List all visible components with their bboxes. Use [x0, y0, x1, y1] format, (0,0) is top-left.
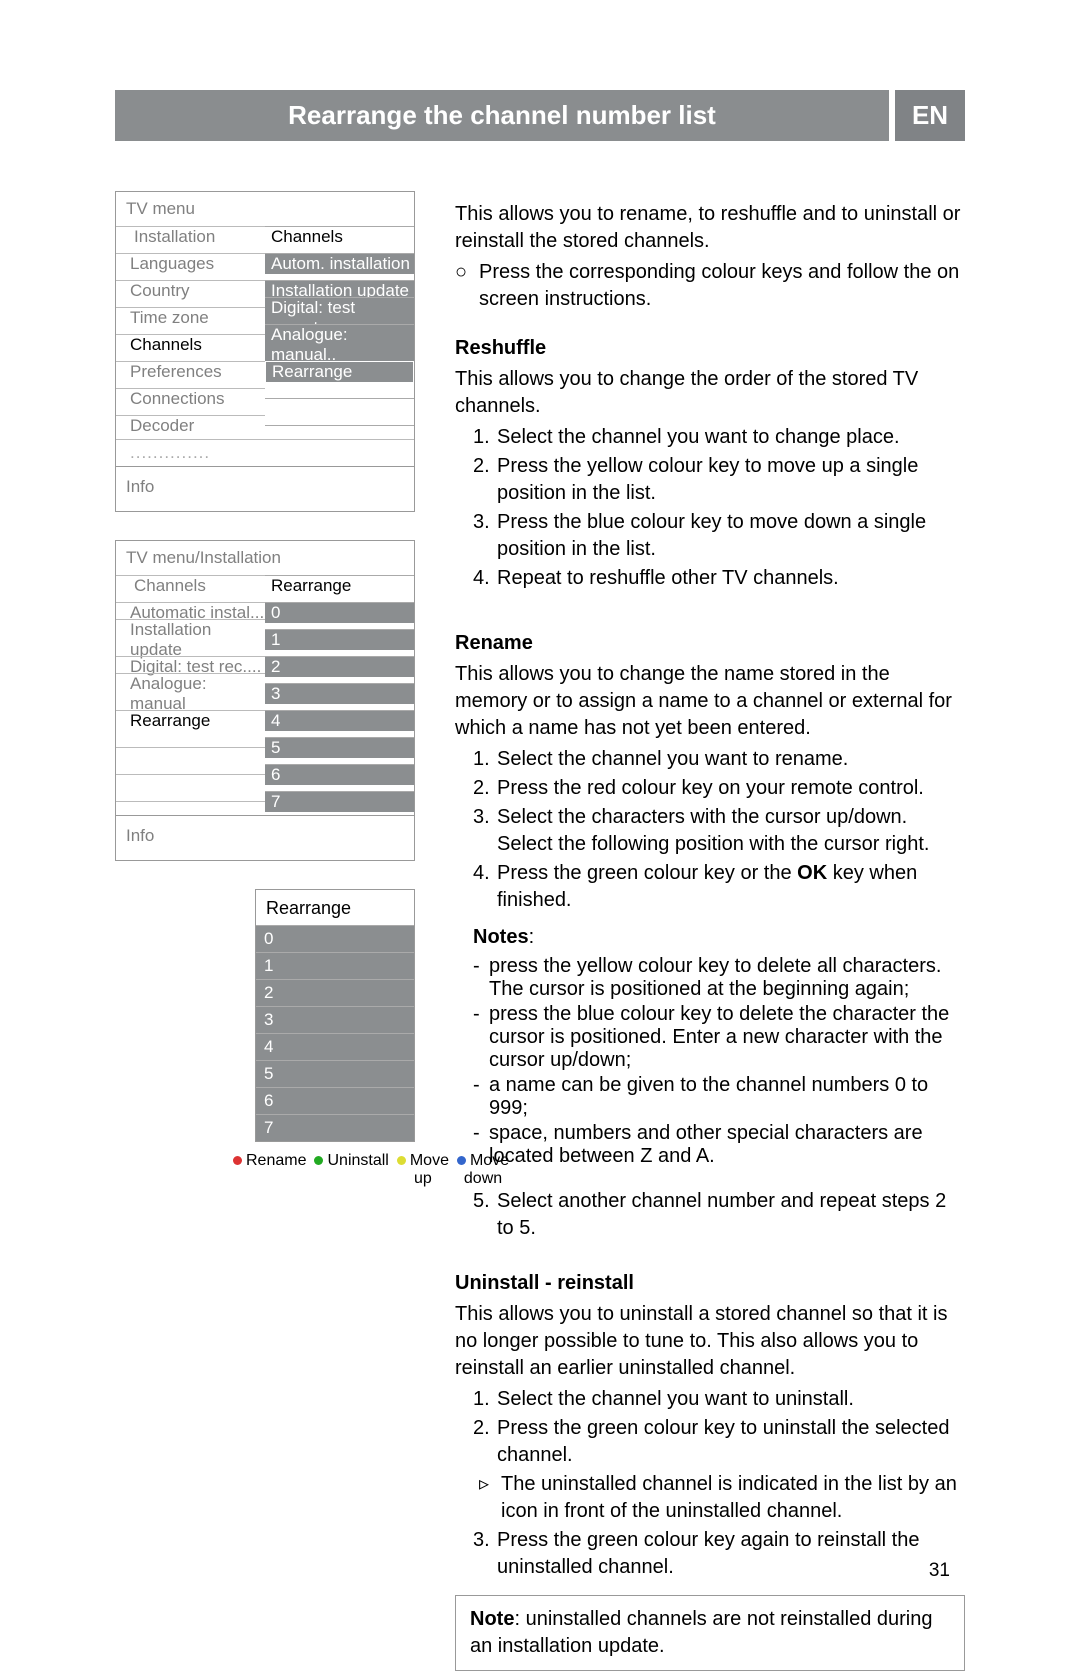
installation-item: Installation update — [116, 619, 265, 660]
rename-step: Select the characters with the cursor up… — [497, 804, 965, 858]
uninstall-step: Press the green colour key to uninstall … — [497, 1415, 965, 1469]
rename-step: Press the red colour key on your remote … — [497, 775, 965, 802]
rearrange-slot: 1 — [256, 952, 414, 979]
rearrange-slot: 0 — [256, 925, 414, 952]
tv-submenu-empty — [265, 425, 414, 426]
rename-note: press the yellow colour key to delete al… — [489, 955, 965, 1001]
channel-slot: 5 — [265, 737, 414, 758]
rename-note: a name can be given to the channel numbe… — [489, 1074, 965, 1120]
tv-menu-item: Decoder — [116, 415, 265, 436]
tv-submenu-empty — [265, 398, 414, 399]
tv-menu-title: TV menu — [116, 192, 414, 223]
page-header: Rearrange the channel number list EN — [115, 90, 965, 141]
channel-slot: 1 — [265, 629, 414, 650]
red-key-label: Rename — [246, 1152, 306, 1170]
installation-item-selected: Rearrange — [116, 710, 265, 731]
rename-note: space, numbers and other special charact… — [489, 1122, 965, 1168]
intro-instruction: Press the corresponding colour keys and … — [479, 259, 965, 313]
installation-empty — [116, 801, 265, 802]
rename-step: Press the green colour key or the OK key… — [497, 860, 965, 914]
green-key-label: Uninstall — [327, 1152, 388, 1170]
tv-menu-item: Languages — [116, 253, 265, 274]
uninstall-step: Press the green colour key again to rein… — [497, 1527, 965, 1581]
rearrange-slot: 6 — [256, 1087, 414, 1114]
colour-key-legend: Rename Uninstall Moveup Movedown — [233, 1152, 468, 1187]
tv-menu-item: Country — [116, 280, 265, 301]
channel-slot: 3 — [265, 683, 414, 704]
intro-text: This allows you to rename, to reshuffle … — [455, 201, 965, 255]
reshuffle-step: Press the blue colour key to move down a… — [497, 509, 965, 563]
channel-slot: 2 — [265, 656, 414, 677]
uninstall-desc: This allows you to uninstall a stored ch… — [455, 1301, 965, 1382]
rename-notes-label: Notes: — [473, 924, 965, 951]
tv-menu-item: Preferences — [116, 361, 265, 382]
page-number: 31 — [929, 1560, 950, 1582]
channel-slot: 7 — [265, 791, 414, 812]
rename-step: Select another channel number and repeat… — [497, 1188, 965, 1242]
reshuffle-step: Press the yellow colour key to move up a… — [497, 453, 965, 507]
tv-menu-item: Time zone — [116, 307, 265, 328]
reshuffle-desc: This allows you to change the order of t… — [455, 366, 965, 420]
installation-item: Channels — [116, 575, 265, 596]
rename-step: Select the channel you want to rename. — [497, 746, 965, 773]
tv-menu-item-selected: Channels — [116, 334, 265, 355]
tv-submenu-item: Autom. installation — [265, 253, 414, 274]
rearrange-slot: 5 — [256, 1060, 414, 1087]
uninstall-note-box: Note: uninstalled channels are not reins… — [455, 1595, 965, 1671]
tv-submenu-item-highlight: Rearrange — [265, 361, 414, 383]
rename-desc: This allows you to change the name store… — [455, 661, 965, 742]
reshuffle-step: Select the channel you want to change pl… — [497, 424, 965, 451]
rearrange-title: Rearrange — [256, 890, 414, 925]
rename-note: press the blue colour key to delete the … — [489, 1003, 965, 1072]
installation-menu-title: TV menu/Installation — [116, 541, 414, 572]
rearrange-slot: 4 — [256, 1033, 414, 1060]
channel-slot: 0 — [265, 602, 414, 623]
reshuffle-step: Repeat to reshuffle other TV channels. — [497, 565, 965, 592]
yellow-dot-icon — [397, 1156, 406, 1165]
rename-heading: Rename — [455, 632, 965, 655]
uninstall-substep: The uninstalled channel is indicated in … — [501, 1471, 965, 1525]
channel-slot: 4 — [265, 710, 414, 731]
green-dot-icon — [314, 1156, 323, 1165]
tv-menu-item: Installation — [116, 226, 265, 247]
yellow-key-label-2: up — [414, 1170, 432, 1188]
triangle-icon: ▹ — [479, 1471, 501, 1525]
tv-menu-item: Connections — [116, 388, 265, 409]
red-dot-icon — [233, 1156, 242, 1165]
bullet-icon: ○ — [455, 259, 479, 313]
installation-menu-box: TV menu/Installation Channels Rearrange … — [115, 540, 415, 861]
language-badge: EN — [895, 90, 965, 141]
rearrange-slot: 2 — [256, 979, 414, 1006]
tv-menu-info: Info — [116, 466, 414, 511]
channel-slot: 6 — [265, 764, 414, 785]
instructions-column: This allows you to rename, to reshuffle … — [455, 191, 965, 1671]
tv-submenu-header: Channels — [265, 226, 414, 247]
tv-submenu-item: Analogue: manual.. — [265, 324, 414, 365]
reshuffle-heading: Reshuffle — [455, 337, 965, 360]
installation-empty — [116, 747, 265, 748]
tv-menu-box: TV menu Installation Channels LanguagesA… — [115, 191, 415, 512]
rearrange-box: Rearrange 0 1 2 3 4 5 6 7 — [255, 889, 415, 1142]
installation-empty — [116, 774, 265, 775]
rearrange-slot: 7 — [256, 1114, 414, 1141]
page-title: Rearrange the channel number list — [115, 90, 889, 141]
uninstall-heading: Uninstall - reinstall — [455, 1272, 965, 1295]
rearrange-slot: 3 — [256, 1006, 414, 1033]
installation-info: Info — [116, 815, 414, 860]
rearrange-header: Rearrange — [265, 575, 414, 596]
yellow-key-label-1: Move — [410, 1152, 449, 1170]
installation-item: Analogue: manual — [116, 673, 265, 714]
uninstall-step: Select the channel you want to uninstall… — [497, 1386, 965, 1413]
tv-menu-more: .............. — [116, 439, 414, 466]
